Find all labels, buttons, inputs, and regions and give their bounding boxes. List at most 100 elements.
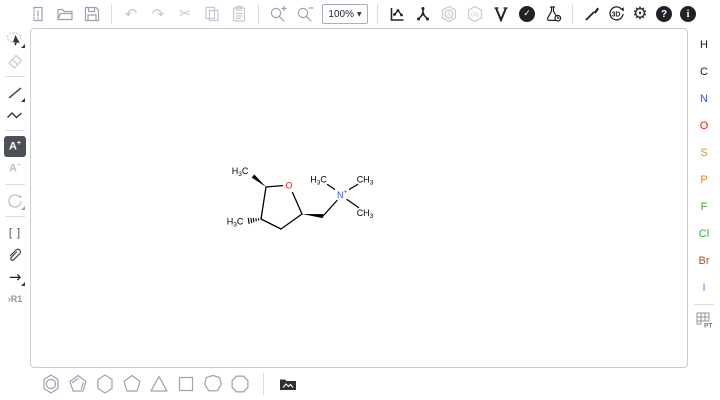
zoom-out-button[interactable] (295, 4, 315, 24)
template-library-icon (277, 373, 299, 395)
settings-button[interactable]: ⚙ (630, 4, 650, 24)
template-cycloheptane[interactable] (200, 372, 225, 396)
atom-button-s[interactable]: S (688, 139, 720, 166)
bond-tool[interactable] (4, 82, 26, 103)
atom-label-n-methyl-se[interactable]: CH3 (357, 208, 374, 220)
cut-button[interactable]: ✂ (175, 4, 195, 24)
atom-button-h[interactable]: H (688, 31, 720, 58)
caret-down-icon: ▼ (357, 11, 362, 18)
bond-c5-c4[interactable] (261, 187, 266, 219)
atom-button-n[interactable]: N (688, 85, 720, 112)
template-cyclopentane[interactable] (119, 372, 144, 396)
arrow-right-icon: → (9, 268, 22, 286)
atom-button-i[interactable]: I (688, 274, 720, 301)
copy-button[interactable] (202, 4, 222, 24)
atom-button-cl[interactable]: Cl (688, 220, 720, 247)
save-button[interactable] (82, 4, 102, 24)
redo-button[interactable]: ↷ (148, 4, 168, 24)
atom-button-p[interactable]: P (688, 166, 720, 193)
miew-3d-button[interactable]: 3D (606, 4, 626, 24)
template-cyclooctane[interactable] (227, 372, 252, 396)
atom-label-oxygen[interactable]: O (285, 181, 292, 191)
select-lasso-tool[interactable] (4, 28, 26, 49)
open-folder-icon (56, 5, 74, 23)
zoom-level-select[interactable]: 100% ▼ (322, 4, 368, 24)
chain-tool[interactable] (4, 104, 26, 125)
atom-label-methyl-c5[interactable]: H3C (232, 166, 249, 178)
bond-c2-o[interactable] (293, 193, 303, 215)
bond-c4-c3[interactable] (261, 219, 281, 229)
layout-button[interactable] (387, 4, 407, 24)
atom-symbol: Cl (699, 228, 709, 240)
check-structure-button[interactable]: ✓ (517, 4, 537, 24)
bond-n-ch3-se[interactable] (347, 200, 359, 208)
attachment-point-tool[interactable] (4, 244, 26, 265)
help-button[interactable]: ? (654, 4, 674, 24)
divider (5, 216, 25, 217)
zoom-in-button[interactable] (268, 4, 288, 24)
atom-button-br[interactable]: Br (688, 247, 720, 274)
hash-bond-c4-methyl[interactable] (248, 218, 259, 224)
transform-rotate-tool[interactable] (4, 190, 26, 211)
wedge-bond-c2-ch2[interactable] (302, 214, 323, 218)
template-toolbar (28, 368, 708, 400)
template-cyclohexane[interactable] (92, 372, 117, 396)
left-toolbar: A+ A− [ ] → ›R1 (0, 28, 30, 368)
sgroup-tool[interactable]: [ ] (4, 222, 26, 243)
recognize-button[interactable] (582, 4, 602, 24)
template-cyclobutane[interactable] (173, 372, 198, 396)
calculated-values-button[interactable] (543, 4, 563, 24)
wedge-bond-c5-methyl[interactable] (252, 175, 266, 188)
about-button[interactable]: i (678, 4, 698, 24)
edit-group: ↶ ↷ ✂ (121, 4, 249, 24)
file-group (28, 4, 102, 24)
calculate-cip-button[interactable]: V (491, 4, 511, 24)
template-cyclopropane[interactable] (146, 372, 171, 396)
dearomatize-icon: (A) (466, 5, 484, 23)
cyclobutane-icon (175, 373, 197, 395)
periodic-table-icon: PT (693, 308, 715, 330)
bond-c5-o[interactable] (266, 186, 283, 187)
zoom-group: 100% ▼ (268, 4, 368, 24)
template-library-button[interactable] (275, 372, 300, 396)
divider (5, 184, 25, 185)
charge-minus-tool[interactable]: A− (4, 158, 26, 179)
pt-label: PT (704, 322, 712, 329)
template-cyclopentadiene[interactable] (65, 372, 90, 396)
atom-symbol: H (700, 39, 708, 51)
divider (258, 4, 259, 24)
reaction-arrow-tool[interactable]: → (4, 266, 26, 287)
drawing-canvas[interactable]: O N+ H3C H3C H3C CH3 CH3 (30, 28, 688, 368)
atom-label-n-methyl-nw[interactable]: H3C (310, 175, 327, 187)
erase-tool[interactable] (4, 50, 26, 71)
atom-button-f[interactable]: F (688, 193, 720, 220)
atom-label-methyl-c4[interactable]: H3C (227, 217, 244, 229)
clear-canvas-button[interactable] (28, 4, 48, 24)
dearomatize-button[interactable]: (A) (465, 4, 485, 24)
molecule-drawing[interactable]: O N+ H3C H3C H3C CH3 CH3 (31, 29, 689, 369)
atom-label-n-methyl-ne[interactable]: CH3 (357, 175, 374, 187)
gear-icon: ⚙ (632, 6, 647, 23)
cyclopropane-icon (148, 373, 170, 395)
new-document-icon (29, 5, 47, 23)
clean-up-button[interactable] (413, 4, 433, 24)
charge-plus-tool[interactable]: A+ (4, 136, 26, 157)
bond-c3-c2[interactable] (281, 214, 302, 229)
undo-button[interactable]: ↶ (121, 4, 141, 24)
open-button[interactable] (55, 4, 75, 24)
check-glyph: ✓ (523, 9, 531, 19)
template-benzene[interactable] (38, 372, 63, 396)
atom-label-nitrogen[interactable]: N+ (337, 189, 348, 200)
periodic-table-button[interactable]: PT (693, 308, 715, 329)
atom-symbol: O (700, 120, 709, 132)
divider (377, 4, 378, 24)
bond-ch2-n[interactable] (323, 201, 337, 217)
rgroup-tool[interactable]: ›R1 (4, 288, 26, 309)
paste-button[interactable] (229, 4, 249, 24)
divider (111, 4, 112, 24)
aromatize-button[interactable]: A (439, 4, 459, 24)
lasso-select-icon (5, 29, 25, 49)
atom-symbol: C (700, 66, 708, 78)
atom-button-c[interactable]: C (688, 58, 720, 85)
atom-button-o[interactable]: O (688, 112, 720, 139)
